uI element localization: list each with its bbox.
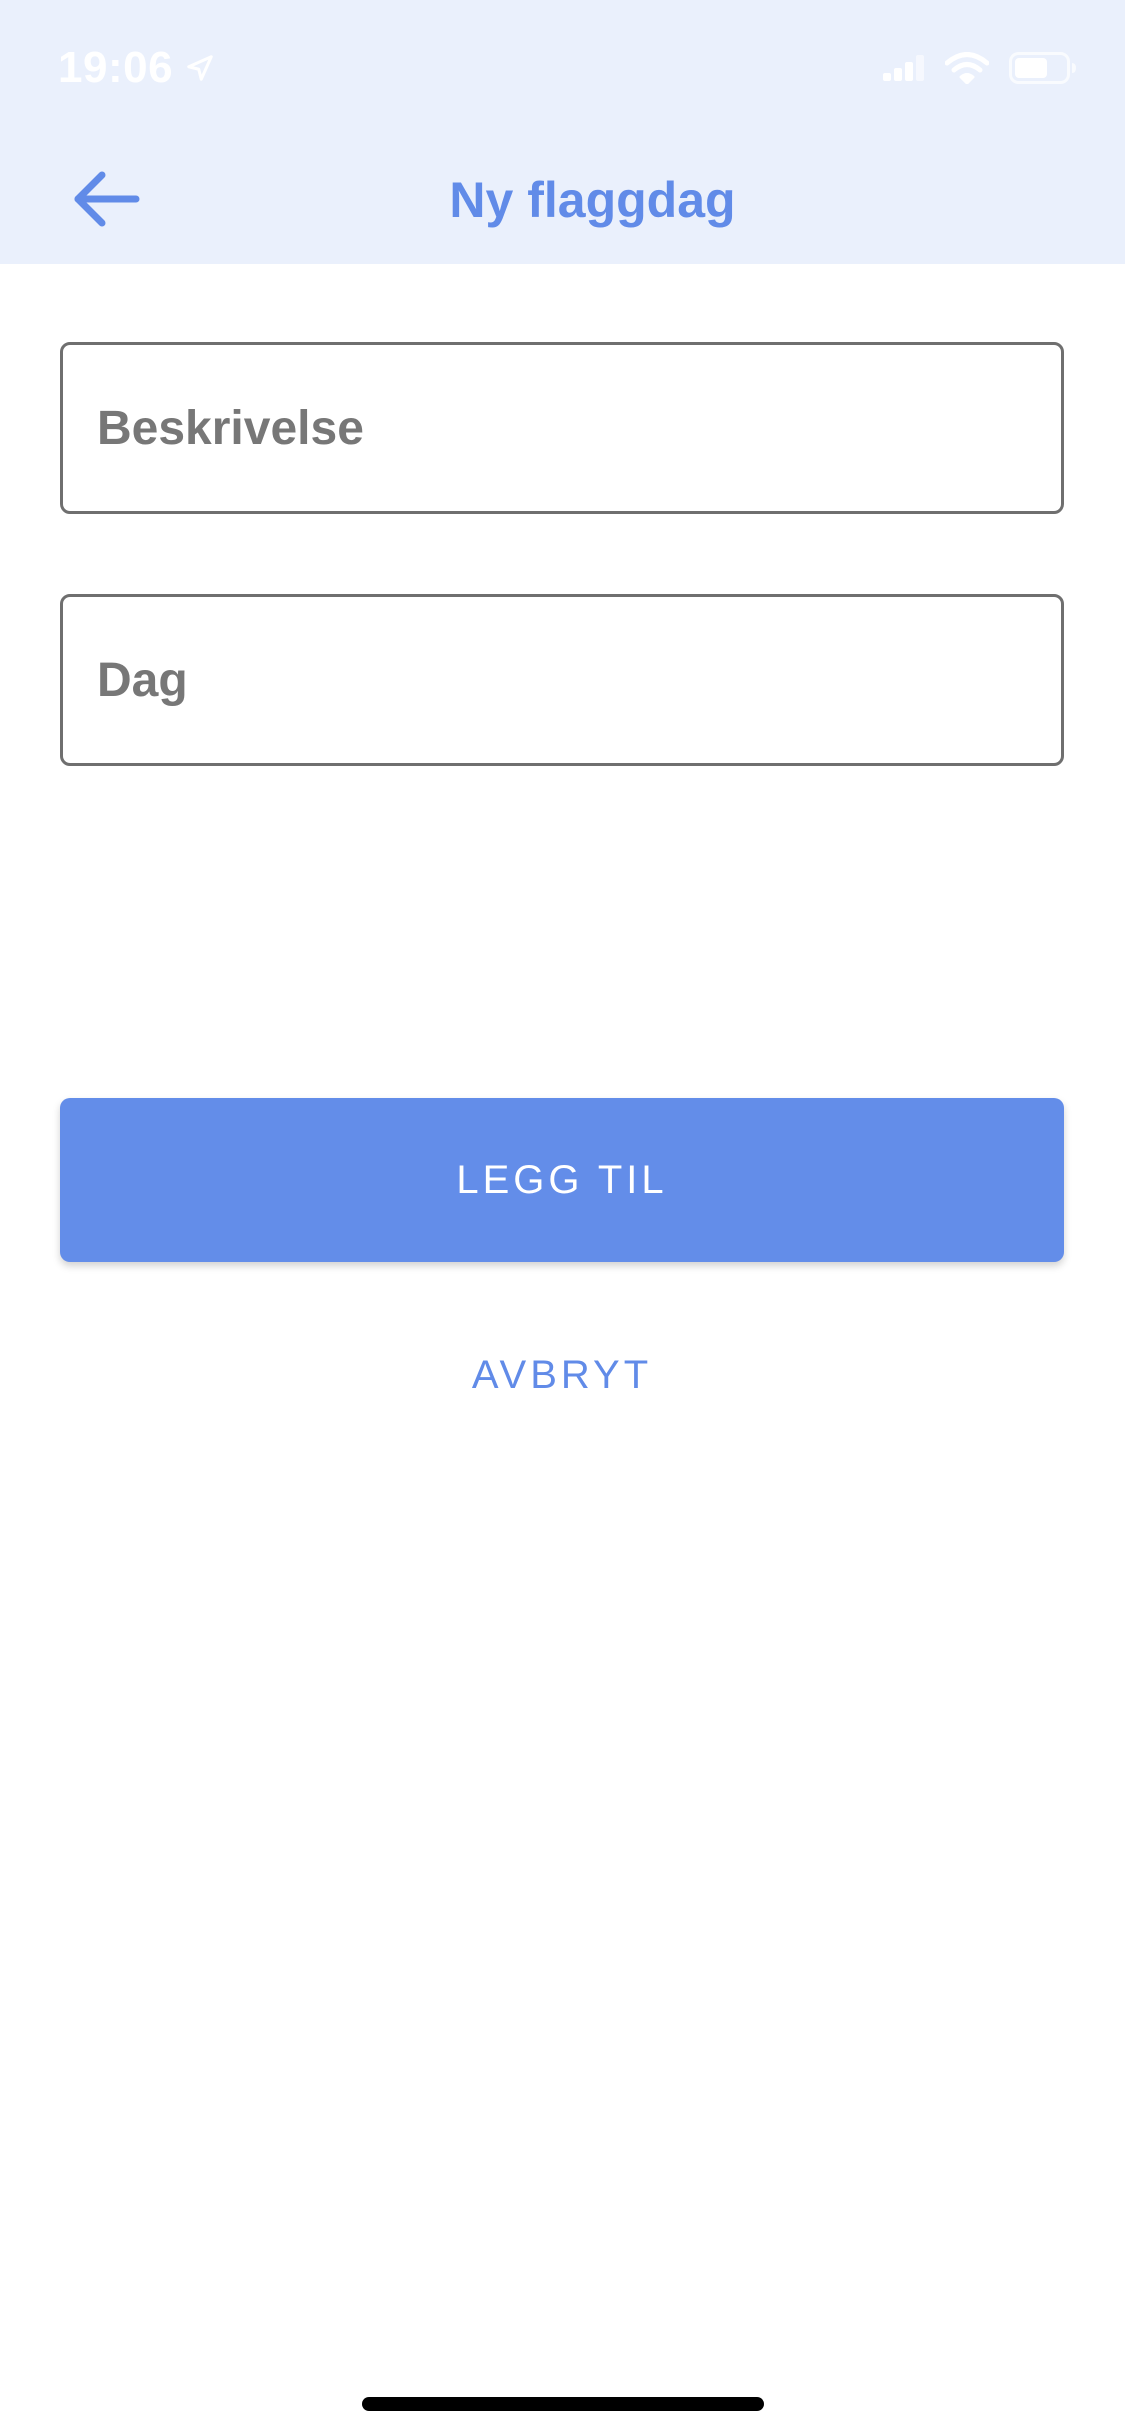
home-indicator	[362, 2397, 764, 2411]
day-field[interactable]	[60, 594, 1064, 766]
cancel-button[interactable]: AVBRYT	[60, 1330, 1064, 1420]
description-field[interactable]	[60, 342, 1064, 514]
battery-icon	[1009, 52, 1077, 84]
add-button[interactable]: LEGG TIL	[60, 1098, 1064, 1262]
status-icons	[883, 48, 1077, 88]
page-title: Ny flaggdag	[449, 172, 736, 228]
wifi-icon	[945, 52, 989, 84]
header: 19:06 Ny flaggdag	[0, 0, 1125, 264]
status-time-group: 19:06	[58, 38, 215, 98]
location-arrow-icon	[185, 53, 215, 83]
nav-bar: Ny flaggdag	[0, 132, 1125, 264]
description-input[interactable]	[63, 345, 1061, 511]
day-input[interactable]	[63, 597, 1061, 763]
cellular-signal-icon	[883, 55, 925, 81]
status-time: 19:06	[58, 43, 174, 92]
status-bar: 19:06	[0, 0, 1125, 132]
